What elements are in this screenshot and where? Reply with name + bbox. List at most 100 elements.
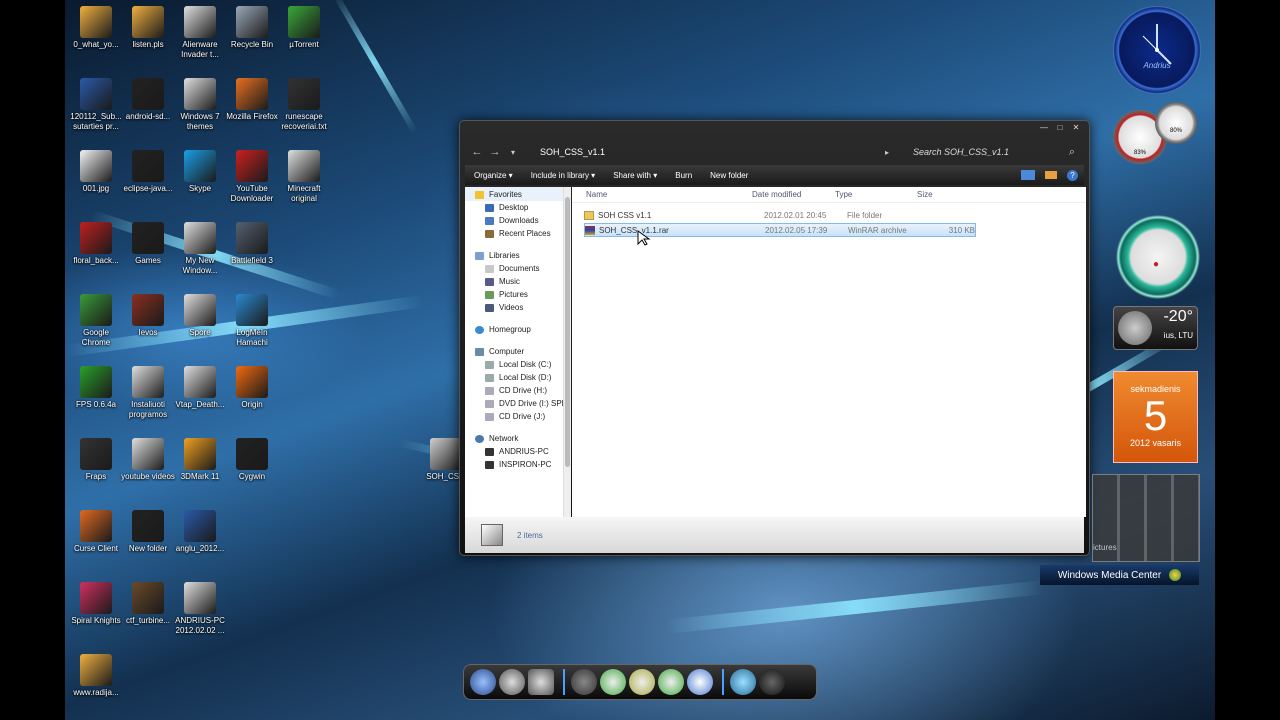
dock-settings-icon[interactable] [571,669,597,695]
desktop-icon[interactable]: Windows 7 themes [172,78,228,132]
desktop-icon[interactable]: listen.pls [120,6,176,50]
nav-item-downloads[interactable]: Downloads [465,214,571,227]
minimize-button[interactable]: — [1037,123,1051,133]
calendar-gadget[interactable]: sekmadienis 5 2012 vasaris [1113,371,1198,463]
help-icon[interactable]: ? [1067,169,1078,181]
desktop-icon[interactable]: youtube videos [120,438,176,482]
burn-button[interactable]: Burn [666,171,701,180]
clock-gadget[interactable]: Andrius [1113,6,1201,94]
dock-drive-icon[interactable] [528,669,554,695]
nav-homegroup[interactable]: Homegroup [465,322,571,336]
new-folder-button[interactable]: New folder [701,171,757,180]
chevron-down-icon[interactable]: ▾ [504,148,522,157]
desktop-icon[interactable]: Spiral Knights [68,582,124,626]
desktop-icon[interactable]: Vtap_Death... [172,366,228,410]
breadcrumb[interactable]: SOH_CSS_v1.1 [540,147,870,157]
desktop-icon[interactable]: My New Window... [172,222,228,276]
desktop-icon[interactable]: Instaliuoti programos [120,366,176,420]
desktop-icon[interactable]: www.radija... [68,654,124,698]
desktop-icon[interactable]: ctf_turbine... [120,582,176,626]
desktop-icon[interactable]: runescape recoveriai.txt [276,78,332,132]
desktop-icon[interactable]: 001.jpg [68,150,124,194]
organize-button[interactable]: Organize ▾ [465,171,522,180]
desktop-icon[interactable]: android-sd... [120,78,176,122]
desktop-icon[interactable]: Skype [172,150,228,194]
search-icon[interactable]: ⌕ [1063,146,1081,159]
file-row[interactable]: SOH CSS v1.1 2012.02.01 20:45 File folde… [584,208,976,222]
dock-alien-icon[interactable] [730,669,756,695]
desktop-icon[interactable]: 120112_Sub... sutarties pr... [68,78,124,132]
nav-item-desktop[interactable]: Desktop [465,201,571,214]
include-in-library-button[interactable]: Include in library ▾ [522,171,605,180]
nav-item-inspiron-pc[interactable]: INSPIRON-PC [465,458,571,471]
nav-network[interactable]: Network [465,431,571,445]
dock-clock-icon[interactable] [687,669,713,695]
close-button[interactable]: ✕ [1069,123,1083,133]
desktop-icon[interactable]: Curse Client [68,510,124,554]
refresh-icon[interactable]: ▸ [878,148,896,157]
desktop-icon[interactable]: Ievos [120,294,176,338]
desktop-icon[interactable]: Google Chrome [68,294,124,348]
desktop-icon[interactable]: floral_back... [68,222,124,266]
column-size[interactable]: Size [917,190,962,199]
dock-gauge-icon[interactable] [629,669,655,695]
dock-tools-icon[interactable] [499,669,525,695]
column-date-modified[interactable]: Date modified [752,190,835,199]
dock-home-icon[interactable] [470,669,496,695]
desktop-icon[interactable]: Battlefield 3 [224,222,280,266]
desktop-icon[interactable]: Games [120,222,176,266]
desktop-icon[interactable]: Origin [224,366,280,410]
explorer-window[interactable]: — □ ✕ ← → ▾ SOH_CSS_v1.1 ▸ Search SOH_CS… [459,120,1090,556]
share-with-button[interactable]: Share with ▾ [604,171,666,180]
desktop-icon[interactable]: ANDRIUS-PC 2012.02.02 ... [172,582,228,636]
column-type[interactable]: Type [835,190,917,199]
weather-gadget[interactable]: -20° ius, LTU [1113,306,1198,350]
preview-pane-icon[interactable] [1045,171,1057,179]
nav-scrollbar[interactable] [563,187,571,517]
desktop-icon[interactable]: YouTube Downloader [224,150,280,204]
desktop-icon[interactable]: Alienware Invader t... [172,6,228,60]
desktop-icon[interactable]: µTorrent [276,6,332,50]
desktop-icon[interactable]: anglu_2012... [172,510,228,554]
memory-meter-gadget[interactable]: 80% [1155,102,1197,144]
column-name[interactable]: Name [572,190,752,199]
maximize-button[interactable]: □ [1053,123,1067,133]
back-icon[interactable]: ← [468,146,486,158]
nav-libraries[interactable]: Libraries [465,248,571,262]
desktop-icon[interactable]: 0_what_yo... [68,6,124,50]
nav-item-documents[interactable]: Documents [465,262,571,275]
media-center-gadget[interactable]: Windows Media Center [1040,565,1199,585]
nav-item-music[interactable]: Music [465,275,571,288]
nav-item-andrius-pc[interactable]: ANDRIUS-PC [465,445,571,458]
desktop-icon[interactable]: eclipse-java... [120,150,176,194]
desktop-icon[interactable]: Fraps [68,438,124,482]
nav-item-dvd-drive-i[interactable]: DVD Drive (I:) SPE [465,397,571,410]
dock-mouse-icon[interactable] [759,669,785,695]
desktop-icon[interactable]: Recycle Bin [224,6,280,50]
media-gadget[interactable]: ● [1115,215,1201,299]
nav-item-recent-places[interactable]: Recent Places [465,227,571,240]
nav-favorites[interactable]: Favorites [465,187,571,201]
desktop-icon[interactable]: Mozilla Firefox [224,78,280,122]
nav-item-local-disk-d[interactable]: Local Disk (D:) [465,371,571,384]
nav-item-pictures[interactable]: Pictures [465,288,571,301]
scrollbar-thumb[interactable] [565,197,570,467]
nav-computer[interactable]: Computer [465,344,571,358]
dock-gauge-icon[interactable] [658,669,684,695]
views-icon[interactable] [1021,170,1035,180]
dock-gauge-icon[interactable] [600,669,626,695]
forward-icon[interactable]: → [486,146,504,158]
nav-item-cd-drive-h[interactable]: CD Drive (H:) [465,384,571,397]
nav-item-local-disk-c[interactable]: Local Disk (C:) [465,358,571,371]
desktop-icon[interactable]: Minecraft original [276,150,332,204]
desktop-icon[interactable]: 3DMark 11 [172,438,228,482]
desktop-icon[interactable]: Spore [172,294,228,338]
search-input[interactable]: Search SOH_CSS_v1.1 [913,147,1063,157]
nav-item-videos[interactable]: Videos [465,301,571,314]
desktop-icon[interactable]: Cygwin [224,438,280,482]
desktop-icon[interactable]: FPS 0.6.4a [68,366,124,410]
desktop-icon[interactable]: LogMeIn Hamachi [224,294,280,348]
desktop-icon[interactable]: New folder [120,510,176,554]
nav-item-cd-drive-j[interactable]: CD Drive (J:) [465,410,571,423]
picture-slideshow-gadget[interactable]: ictures [1092,474,1200,562]
